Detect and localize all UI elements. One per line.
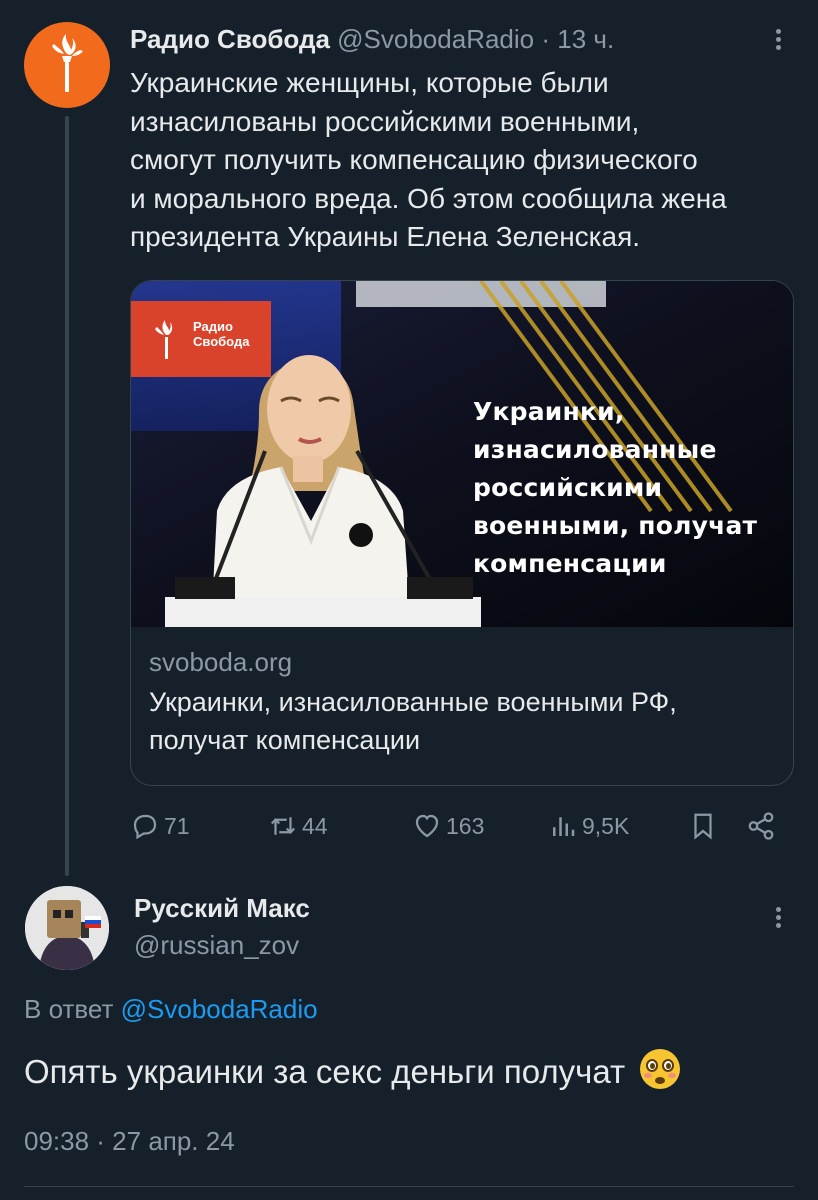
reply-more-options-icon[interactable] bbox=[768, 904, 788, 934]
tweet-actions: 71 44 163 9,5K bbox=[130, 806, 794, 846]
views-button[interactable]: 9,5K bbox=[548, 806, 629, 846]
reply-text-line: Опять украинки за секс деньги получат bbox=[24, 1048, 681, 1096]
share-icon bbox=[748, 812, 774, 840]
tweet-header: Радио Свобода @SvobodaRadio · 13 ч. bbox=[130, 22, 614, 56]
link-preview-card[interactable]: Радио Свобода Украинки, изнасилованные р… bbox=[130, 280, 794, 786]
bookmark-button[interactable] bbox=[688, 806, 722, 846]
author-handle[interactable]: @SvobodaRadio bbox=[337, 24, 534, 54]
divider bbox=[24, 1186, 794, 1187]
thread-connector-line bbox=[65, 116, 69, 876]
bookmark-icon bbox=[694, 813, 712, 840]
user-avatar-image bbox=[25, 886, 109, 970]
reply-timestamp[interactable]: 09:38 · 27 апр. 24 bbox=[24, 1124, 235, 1158]
heart-icon bbox=[415, 814, 439, 838]
card-image: Радио Свобода Украинки, изнасилованные р… bbox=[131, 281, 793, 627]
retweet-button[interactable]: 44 bbox=[268, 806, 328, 846]
retweet-icon bbox=[270, 817, 296, 835]
logo-text: Радио Свобода bbox=[193, 319, 250, 349]
flushed-face-emoji-icon bbox=[640, 1049, 681, 1089]
reply-to-mention[interactable]: @SvobodaRadio bbox=[121, 994, 318, 1024]
reply-count: 71 bbox=[164, 812, 190, 839]
russian-maks-avatar[interactable] bbox=[25, 886, 109, 970]
reply-author-name[interactable]: Русский Макс bbox=[134, 892, 310, 924]
card-title: Украинки, изнасилованные военными РФ, по… bbox=[149, 687, 677, 755]
retweet-count: 44 bbox=[302, 812, 328, 839]
card-meta: svoboda.org Украинки, изнасилованные вое… bbox=[131, 627, 793, 785]
like-button[interactable]: 163 bbox=[412, 806, 484, 846]
author-name[interactable]: Радио Свобода bbox=[130, 24, 330, 54]
torch-logo-icon bbox=[155, 320, 173, 359]
card-domain: svoboda.org bbox=[149, 647, 293, 677]
torch-icon bbox=[52, 34, 83, 92]
tweet-text: Украинские женщины, которые были изнасил… bbox=[130, 67, 727, 252]
views-count: 9,5K bbox=[582, 812, 630, 839]
views-icon bbox=[553, 817, 575, 836]
reply-button[interactable]: 71 bbox=[130, 806, 190, 846]
tweet-time[interactable]: 13 ч. bbox=[557, 24, 614, 54]
image-headline: Украинки, изнасилованные российскими вое… bbox=[473, 397, 758, 578]
reply-text: Опять украинки за секс деньги получат bbox=[24, 1053, 626, 1090]
reply-to-prefix: В ответ bbox=[24, 994, 114, 1024]
reply-icon bbox=[133, 814, 157, 840]
share-button[interactable] bbox=[746, 806, 780, 846]
radio-svoboda-logo: Радио Свобода bbox=[131, 301, 271, 377]
reply-author-handle[interactable]: @russian_zov bbox=[134, 928, 299, 962]
separator-dot: · bbox=[541, 24, 551, 54]
like-count: 163 bbox=[446, 812, 485, 839]
more-options-icon[interactable] bbox=[768, 26, 788, 56]
radio-svoboda-avatar[interactable] bbox=[24, 22, 110, 108]
reply-to-line: В ответ @SvobodaRadio bbox=[24, 992, 318, 1026]
